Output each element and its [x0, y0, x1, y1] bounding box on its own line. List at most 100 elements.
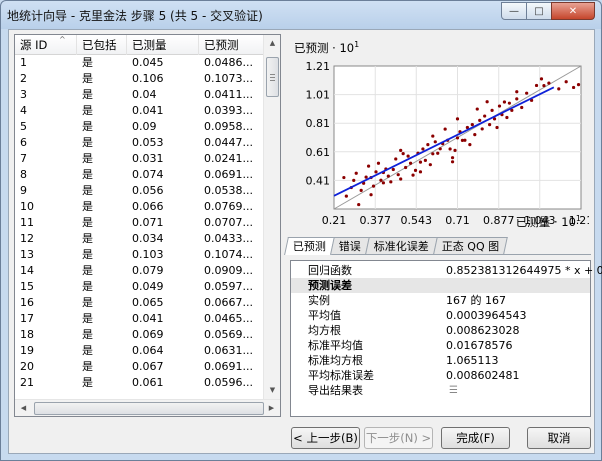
table-row[interactable]: 3 是 0.04 0.0411... [15, 87, 265, 103]
data-point [408, 161, 413, 165]
table-row[interactable]: 14 是 0.079 0.0909... [15, 263, 265, 279]
table-cell: 1 [20, 56, 27, 69]
table-cell: 是 [82, 312, 93, 325]
table-row[interactable]: 11 是 0.071 0.0707... [15, 215, 265, 231]
table-cell: 6 [20, 136, 27, 149]
table-row[interactable]: 13 是 0.103 0.1074... [15, 247, 265, 263]
data-point [406, 154, 410, 158]
table-body: 1 是 0.045 0.0486... 2 是 0.106 0.1073... 3 是 0.04 0.… [15, 55, 265, 399]
table-cell: 是 [82, 216, 93, 229]
finish-button[interactable]: 完成(F) [441, 427, 510, 449]
scroll-left-arrow-icon[interactable]: ◀ [15, 400, 32, 416]
table-row[interactable]: 20 是 0.067 0.0691... [15, 359, 265, 375]
tab-error[interactable]: 错误 [330, 237, 370, 254]
tab-standardized-error[interactable]: 标准化误差 [365, 237, 438, 254]
table-row[interactable]: 4 是 0.041 0.0393... [15, 103, 265, 119]
horizontal-scroll-thumb[interactable] [34, 402, 264, 415]
data-point [480, 127, 484, 131]
table-cell: 0.0393... [204, 104, 253, 117]
table-cell: 4 [20, 104, 27, 117]
cancel-button[interactable]: 取消 [527, 427, 591, 449]
maximize-button[interactable]: □ [526, 2, 552, 20]
table-row[interactable]: 8 是 0.074 0.0691... [15, 167, 265, 183]
table-vertical-scrollbar[interactable]: ▲ ▼ [263, 35, 280, 399]
data-point [404, 165, 408, 170]
data-point [428, 163, 432, 167]
back-button[interactable]: < 上一步(B) [291, 427, 360, 449]
scroll-up-arrow-icon[interactable]: ▲ [264, 35, 280, 52]
table-horizontal-scrollbar[interactable]: ◀ ▶ [15, 399, 280, 416]
statistic-label: 平均值 [308, 309, 341, 322]
column-header-source-id[interactable]: 源 ID ^ [15, 35, 77, 55]
data-point [443, 127, 447, 131]
table-cell: 是 [82, 56, 93, 69]
table-row[interactable]: 15 是 0.049 0.0597... [15, 279, 265, 295]
data-point [342, 175, 346, 180]
tab-normal-qq-plot[interactable]: 正态 QQ 图 [433, 237, 509, 254]
column-header-included[interactable]: 已包括 [77, 35, 127, 55]
table-cell: 是 [82, 344, 93, 357]
vertical-scroll-thumb[interactable] [266, 57, 279, 97]
data-point [547, 81, 551, 85]
cross-validation-table[interactable]: 源 ID ^ 已包括 已测量 已预测 1 是 0.045 0.0486... 2 是 0.10… [14, 34, 281, 417]
data-point [502, 100, 507, 104]
table-row[interactable]: 12 是 0.034 0.0433... [15, 231, 265, 247]
chart-x-axis-label: 已测量 · 101 [515, 214, 581, 229]
statistic-row: 均方根 0.008623028 [291, 323, 590, 338]
y-tick-label: 0.81 [306, 117, 331, 130]
close-button[interactable]: ✕ [551, 2, 595, 20]
y-tick-label: 0.41 [306, 174, 331, 187]
table-row[interactable]: 2 是 0.106 0.1073... [15, 71, 265, 87]
table-row[interactable]: 5 是 0.09 0.0958... [15, 119, 265, 135]
data-point [450, 156, 455, 160]
statistic-row[interactable]: 导出结果表 ☰ [291, 383, 590, 398]
table-row[interactable]: 19 是 0.064 0.0631... [15, 343, 265, 359]
scroll-right-arrow-icon[interactable]: ▶ [263, 400, 280, 416]
minimize-button[interactable]: — [501, 2, 527, 20]
table-cell: 0.103 [132, 248, 164, 261]
table-cell: 0.1074... [204, 248, 253, 261]
table-row[interactable]: 6 是 0.053 0.0447... [15, 135, 265, 151]
data-point [475, 107, 479, 111]
data-point [473, 133, 477, 137]
table-row[interactable]: 21 是 0.061 0.0596... [15, 375, 265, 391]
table-cell: 是 [82, 296, 93, 309]
table-cell: 是 [82, 104, 93, 117]
table-cell: 0.069 [132, 328, 164, 341]
tab-predicted[interactable]: 已预测 [284, 237, 335, 255]
table-cell: 2 [20, 72, 27, 85]
column-header-measured[interactable]: 已测量 [127, 35, 199, 55]
table-header: 源 ID ^ 已包括 已测量 已预测 [15, 35, 265, 55]
table-row[interactable]: 1 是 0.045 0.0486... [15, 55, 265, 71]
table-cell: 0.1073... [204, 72, 253, 85]
scatter-plot[interactable]: 0.210.3770.5430.710.8771.0431.211.211.01… [286, 30, 590, 230]
table-row[interactable]: 17 是 0.041 0.0465... [15, 311, 265, 327]
table-cell: 0.0465... [204, 312, 253, 325]
regression-function-value: 0.852381312644975 * x + 0... [446, 264, 602, 277]
statistic-label: 平均标准误差 [308, 369, 374, 382]
title-bar[interactable]: 地统计向导 - 克里金法 步骤 5 (共 5 - 交叉验证) — □ ✕ [1, 1, 601, 29]
data-point [520, 105, 524, 110]
grip-line [270, 80, 275, 81]
export-table-icon[interactable]: ☰ [449, 383, 458, 398]
statistic-value: 0.008602481 [446, 369, 520, 382]
table-cell: 是 [82, 376, 93, 389]
table-cell: 0.041 [132, 312, 164, 325]
table-row[interactable]: 18 是 0.069 0.0569... [15, 327, 265, 343]
data-point [401, 152, 405, 156]
table-row[interactable]: 7 是 0.031 0.0241... [15, 151, 265, 167]
table-row[interactable]: 9 是 0.056 0.0538... [15, 183, 265, 199]
data-point [460, 138, 465, 142]
table-cell: 3 [20, 88, 27, 101]
next-button[interactable]: 下一步(N) > [364, 427, 433, 449]
table-row[interactable]: 16 是 0.065 0.0667... [15, 295, 265, 311]
x-tick-label: 0.377 [359, 214, 391, 227]
table-cell: 0.0569... [204, 328, 253, 341]
table-row[interactable]: 10 是 0.066 0.0769... [15, 199, 265, 215]
table-cell: 0.079 [132, 264, 164, 277]
data-point [436, 151, 440, 155]
table-cell: 21 [20, 376, 34, 389]
x-tick-label: 0.877 [483, 214, 515, 227]
scroll-down-arrow-icon[interactable]: ▼ [264, 382, 280, 399]
column-header-predicted[interactable]: 已预测 [199, 35, 265, 55]
